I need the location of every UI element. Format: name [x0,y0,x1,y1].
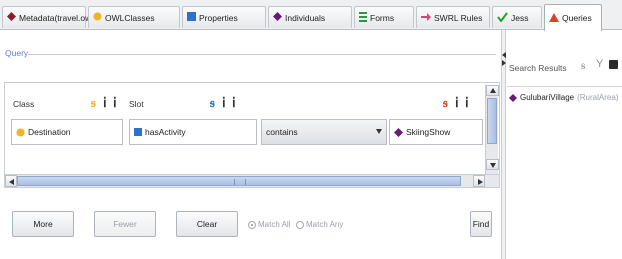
warning-triangle-icon [549,12,559,24]
results-header: Search Results ꭶ Y [507,55,622,73]
remove-slot-icon[interactable]: ⅰ [232,96,236,109]
tab-label: Queries [562,13,592,23]
list-item[interactable]: GulubariVillage (RuralArea) [509,93,618,102]
tab-properties[interactable]: Properties [182,6,266,28]
remove-value-icon[interactable]: ⅰ [465,96,469,109]
query-header: Query [4,46,496,60]
result-name: GulubariVillage [520,93,575,102]
radio-unselected-icon [296,220,304,229]
view-slot-icon[interactable]: ꭶ [210,96,215,109]
vertical-scroll-thumb[interactable] [487,98,497,144]
arrow-down-icon [490,163,496,168]
tab-label: Individuals [285,12,326,23]
tab-jess[interactable]: Jess [492,6,542,28]
tab-label: Metadata(travel.owl) [19,12,97,23]
find-button[interactable]: Find [470,211,492,237]
query-panel: Query Class ꭶ ⅰ ⅰ Slot ꭶ ⅰ ⅰ ꭶ ⅰ ⅰ Desti… [4,36,500,255]
chevron-down-icon [376,129,382,134]
more-button-label: More [33,219,53,229]
match-all-label: Match All [258,220,291,229]
tab-bar: Metadata(travel.owl) OWLClasses Properti… [0,0,622,31]
value-text: SkiingShow [406,127,451,137]
remove-class-icon[interactable]: ⅰ [113,96,117,109]
swrl-arrow-icon [421,12,431,23]
tab-forms[interactable]: Forms [354,6,414,28]
match-any-radio[interactable]: Match Any [296,220,343,229]
slot-value: hasActivity [145,127,186,137]
arrow-up-icon [490,88,496,93]
horizontal-scrollbar[interactable] [4,174,500,188]
horizontal-scroll-thumb[interactable] [17,176,461,186]
tab-label: SWRL Rules [434,12,483,23]
add-value-icon[interactable]: ⅰ [455,96,459,109]
result-type: (RuralArea) [577,93,619,102]
match-any-label: Match Any [306,220,344,229]
operator-dropdown[interactable]: contains [261,119,387,145]
class-field[interactable]: Destination [11,119,123,145]
add-class-icon[interactable]: ⅰ [103,96,107,109]
filter-icon[interactable]: Y [596,58,603,70]
scroll-left-button[interactable] [5,175,17,187]
class-value: Destination [28,127,71,137]
tab-owlclasses[interactable]: OWLClasses [88,6,180,28]
header-divider [28,54,496,55]
tab-individuals[interactable]: Individuals [268,6,352,28]
slot-field[interactable]: hasActivity [129,119,257,145]
view-value-icon[interactable]: ꭶ [443,96,448,109]
arrow-right-icon [478,179,483,185]
view-result-icon[interactable]: ꭶ [581,58,585,73]
match-all-radio[interactable]: Match All [248,220,290,229]
panel-splitter[interactable] [501,30,506,259]
radio-selected-icon [248,220,256,229]
scroll-right-button[interactable] [473,175,485,187]
slot-column-label: Slot [129,99,144,109]
tab-label: OWLClasses [105,12,155,23]
results-list: GulubariVillage (RuralArea) [507,86,622,256]
clear-button[interactable]: Clear [176,211,238,237]
tab-metadata[interactable]: Metadata(travel.owl) [2,6,96,28]
individual-diamond-icon [509,93,517,102]
scroll-up-button[interactable] [486,85,499,96]
fewer-button-label: Fewer [113,219,137,229]
fewer-button[interactable]: Fewer [94,211,156,237]
tab-label: Properties [199,12,238,23]
class-column-label: Class [13,99,35,109]
individual-diamond-icon [273,12,282,23]
individual-diamond-icon [394,127,403,137]
scroll-down-button[interactable] [486,159,499,170]
class-circle-icon [93,12,102,23]
find-button-label: Find [472,219,490,229]
class-circle-icon [16,127,25,137]
grip-icon [234,179,246,185]
tab-queries[interactable]: Queries [544,4,602,31]
results-title: Search Results [509,63,567,73]
more-button[interactable]: More [12,211,74,237]
query-grid: Class ꭶ ⅰ ⅰ Slot ꭶ ⅰ ⅰ ꭶ ⅰ ⅰ Destination… [4,82,500,186]
property-square-icon [187,12,196,23]
search-results-panel: Search Results ꭶ Y GulubariVillage (Rura… [507,31,622,259]
tab-label: Jess [511,12,529,23]
vertical-scrollbar[interactable] [485,85,499,183]
check-icon [497,11,508,24]
value-field[interactable]: SkiingShow [389,119,483,145]
collapse-arrows-icon[interactable] [502,52,506,66]
forms-icon [359,11,367,24]
property-square-icon [134,128,142,136]
metadata-diamond-icon [7,12,16,23]
view-class-icon[interactable]: ꭶ [91,96,96,109]
column-headers: Class ꭶ ⅰ ⅰ Slot ꭶ ⅰ ⅰ ꭶ ⅰ ⅰ [5,91,487,113]
clear-button-label: Clear [196,219,218,229]
arrow-left-icon [9,179,14,185]
query-title: Query [5,48,29,58]
tab-label: Forms [370,12,395,23]
menu-icon[interactable] [609,60,618,69]
operator-value: contains [266,127,298,137]
add-slot-icon[interactable]: ⅰ [222,96,226,109]
tab-swrl-rules[interactable]: SWRL Rules [416,6,490,28]
